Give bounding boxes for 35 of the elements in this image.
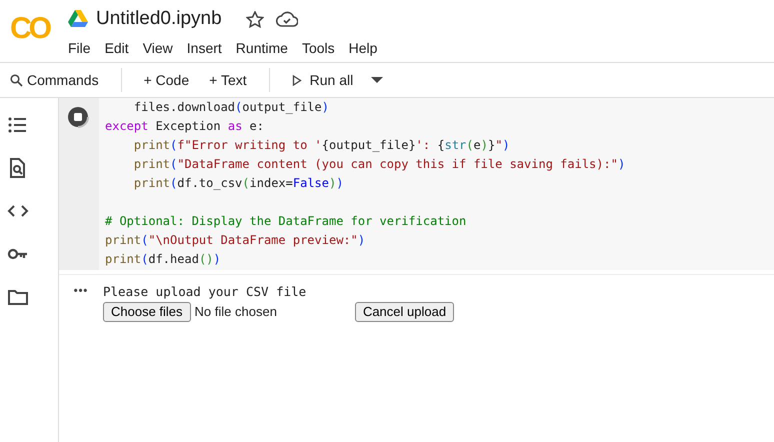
menu-item[interactable]: Insert xyxy=(186,38,222,59)
code-line: print(df.to_csv(index=False)) xyxy=(134,176,344,190)
code-line: print(f"Error writing to '{output_file}': {str(e)}") xyxy=(134,138,510,152)
code-line: except Exception as e: xyxy=(105,119,264,133)
menu-item[interactable]: Edit xyxy=(104,38,129,59)
notebook-title[interactable]: Untitled0.ipynb xyxy=(96,8,222,30)
choose-files-button[interactable]: Choose files xyxy=(103,302,191,322)
logo: CO xyxy=(10,14,50,42)
menu-item[interactable]: Runtime xyxy=(236,38,288,59)
menu-item[interactable]: Tools xyxy=(302,38,335,59)
file-status: No file chosen xyxy=(194,303,277,321)
code-line: files.download(output_file) xyxy=(134,100,329,114)
stop-icon[interactable] xyxy=(67,106,91,130)
add-text-button[interactable]: + Text xyxy=(203,70,253,90)
cancel-upload-button[interactable]: Cancel upload xyxy=(354,302,454,322)
add-code-button[interactable]: + Code xyxy=(138,70,196,90)
menu-item[interactable]: Help xyxy=(348,38,378,59)
menu-item[interactable]: View xyxy=(142,38,173,59)
table-of-contents-icon[interactable] xyxy=(7,115,29,135)
output-text: Please upload your CSV file xyxy=(103,283,308,301)
code-line: print(df.head()) xyxy=(105,252,221,266)
code-line: # Optional: Display the DataFrame for verification xyxy=(105,213,466,230)
menu-item[interactable]: File xyxy=(68,38,91,59)
search-icon xyxy=(10,74,23,86)
star-icon[interactable] xyxy=(246,10,264,28)
code-line: print("DataFrame content (you can copy this if file saving fails):") xyxy=(134,157,626,171)
play-icon xyxy=(292,74,302,86)
code-line: print("\nOutput DataFrame preview:") xyxy=(105,233,366,247)
folder-icon[interactable] xyxy=(7,287,29,307)
commands-button[interactable]: Commands xyxy=(4,70,105,90)
run-all-button[interactable]: Run all xyxy=(286,70,360,90)
cloud-check-icon[interactable] xyxy=(276,11,298,27)
caret-icon[interactable] xyxy=(371,76,384,84)
drive-icon[interactable] xyxy=(68,10,88,28)
output-menu[interactable]: ••• xyxy=(59,283,103,322)
